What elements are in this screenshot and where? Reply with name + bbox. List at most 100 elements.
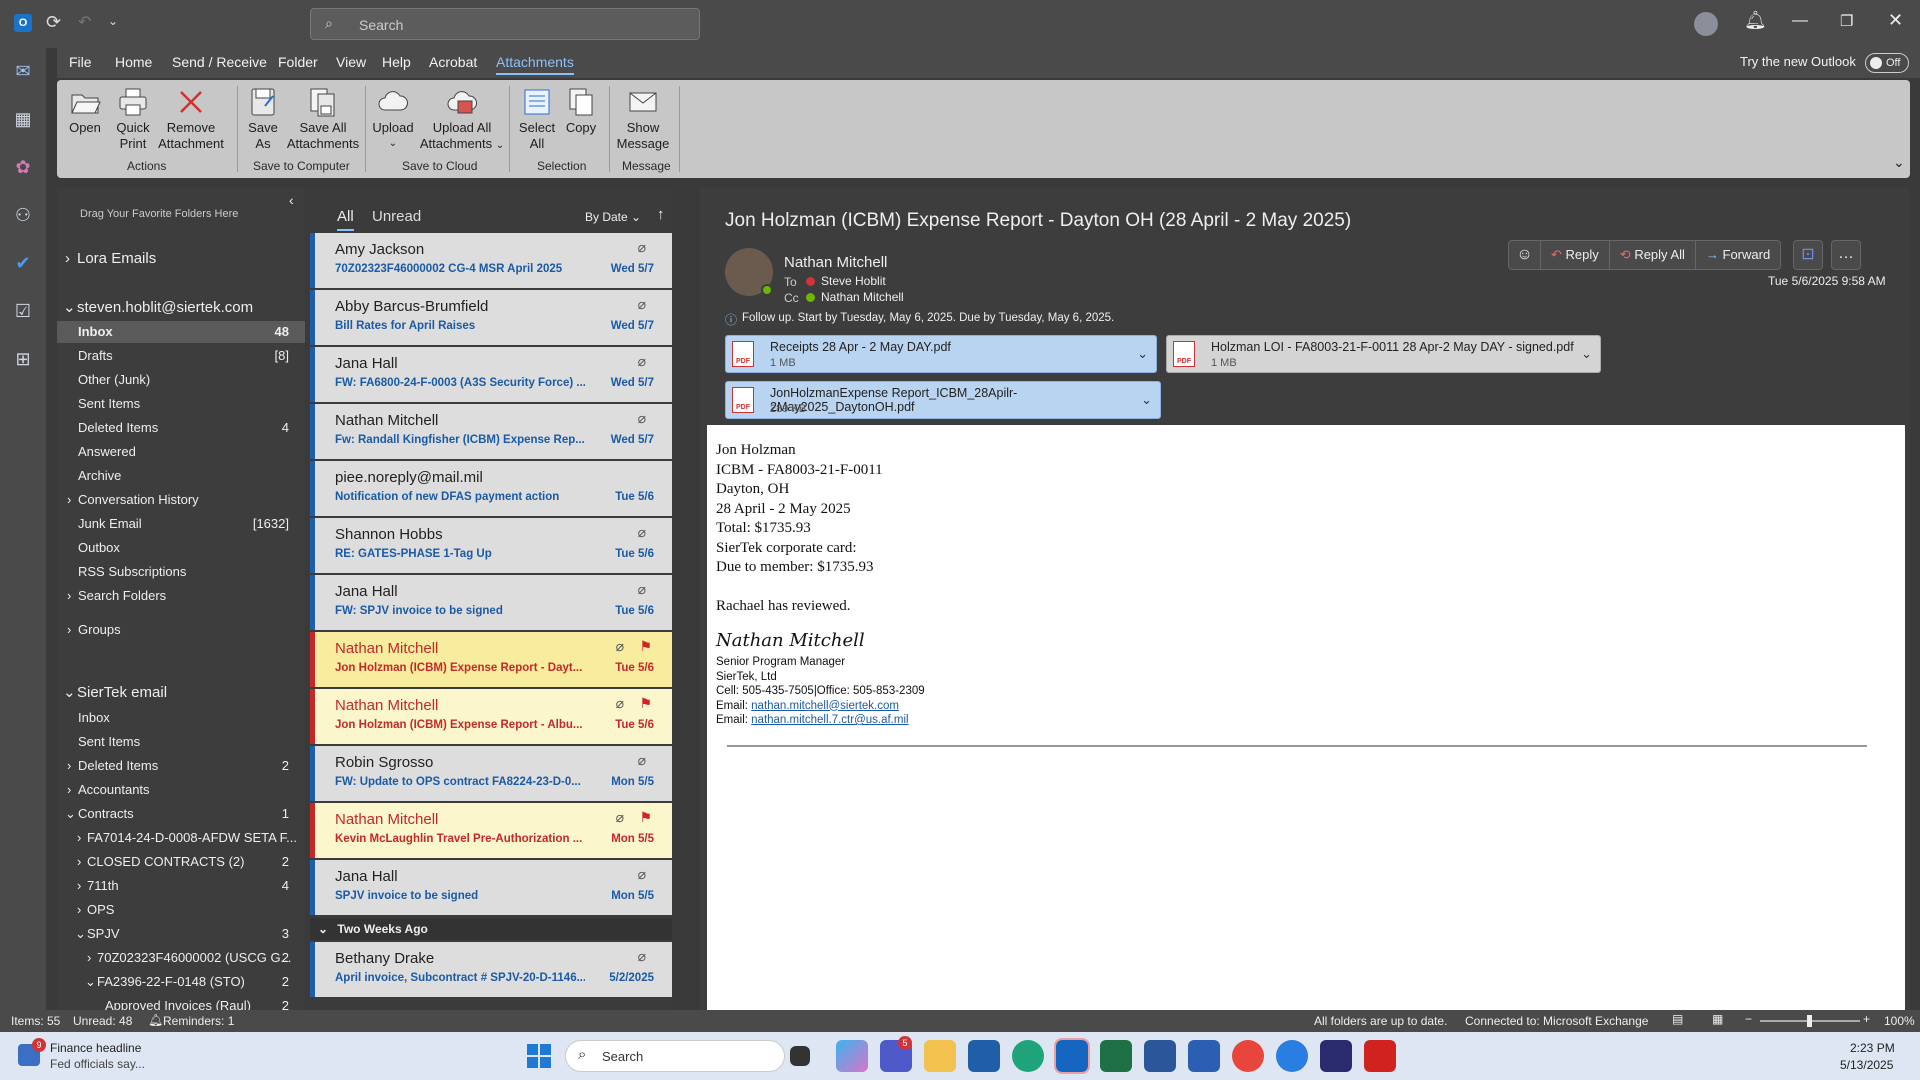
folder-rss[interactable]: RSS Subscriptions	[57, 561, 305, 583]
message-item[interactable]: Jana Hall SPJV invoice to be signed Mon 5/…	[310, 860, 672, 915]
message-item[interactable]: piee.noreply@mail.mil Notification of new…	[310, 461, 672, 516]
message-item-selected[interactable]: Nathan Mitchell Jon Holzman (ICBM) Expens…	[310, 632, 672, 687]
folder-lora-emails[interactable]: › Lora Emails	[57, 248, 305, 270]
folder-siertek-sent[interactable]: Sent Items	[57, 731, 305, 753]
save-as-button[interactable]: Save As	[243, 86, 283, 152]
folder-ops[interactable]: › OPS	[57, 899, 305, 921]
reply-button[interactable]: ↶ Reply	[1541, 241, 1610, 269]
sync-icon[interactable]: ⟳	[46, 12, 61, 33]
message-item[interactable]: Abby Barcus-Brumfield Bill Rates for Apri…	[310, 290, 672, 345]
folder-drafts[interactable]: Drafts [8]	[57, 345, 305, 367]
word-icon[interactable]	[1188, 1040, 1220, 1072]
save-all-attachments-button[interactable]: Save All Attachments	[285, 86, 361, 152]
people-icon[interactable]: ⚇	[12, 204, 34, 226]
app-icon[interactable]	[1276, 1040, 1308, 1072]
sender-name[interactable]: Nathan Mitchell	[784, 254, 887, 271]
attachment-card[interactable]: PDF Holzman LOI - FA8003-21-F-0011 28 Ap…	[1166, 335, 1601, 373]
clock-time[interactable]: 2:23 PM	[1850, 1041, 1895, 1055]
todo-icon[interactable]: ✔	[12, 252, 34, 274]
sort-direction-icon[interactable]: ↑	[657, 206, 665, 223]
file-explorer-icon[interactable]	[924, 1040, 956, 1072]
zoom-out-icon[interactable]: −	[1745, 1012, 1752, 1026]
menu-send-receive[interactable]: Send / Receive	[172, 54, 267, 70]
message-item[interactable]: Amy Jackson 70Z02323F46000002 CG-4 MSR Ap…	[310, 233, 672, 288]
chevron-down-icon[interactable]: ⌄	[1137, 346, 1148, 362]
cc-recipient[interactable]: Nathan Mitchell	[821, 290, 904, 304]
message-item[interactable]: Nathan Mitchell Kevin McLaughlin Travel P…	[310, 803, 672, 858]
menu-folder[interactable]: Folder	[278, 54, 318, 70]
folder-711th[interactable]: › 711th 4	[57, 875, 305, 897]
folder-deleted-items[interactable]: Deleted Items 4	[57, 417, 305, 439]
taskbar-search[interactable]: ⌕ Search	[565, 1040, 785, 1072]
collapse-folder-pane-icon[interactable]: ‹	[289, 192, 294, 208]
flag-icon[interactable]: ⚑	[639, 809, 652, 826]
email-link[interactable]: nathan.mitchell@siertek.com	[751, 700, 899, 712]
reply-all-button[interactable]: ⟲ Reply All	[1610, 241, 1696, 269]
close-button[interactable]: ✕	[1888, 10, 1903, 31]
chrome-icon[interactable]	[1232, 1040, 1264, 1072]
message-item[interactable]: Nathan Mitchell Fw: Randall Kingfisher (I…	[310, 404, 672, 459]
tasks-icon[interactable]: ☑	[12, 300, 34, 322]
menu-home[interactable]: Home	[115, 54, 152, 70]
news-widget[interactable]: 9 Finance headline Fed officials say...	[14, 1038, 194, 1074]
profile-avatar[interactable]	[1694, 12, 1718, 36]
folder-groups[interactable]: › Groups	[57, 619, 305, 641]
tab-all[interactable]: All	[337, 208, 354, 231]
copilot-icon[interactable]	[836, 1040, 868, 1072]
snipping-icon[interactable]	[1320, 1040, 1352, 1072]
menu-view[interactable]: View	[336, 54, 366, 70]
folder-sent-items[interactable]: Sent Items	[57, 393, 305, 415]
folder-spjv[interactable]: ⌄ SPJV 3	[57, 923, 305, 945]
copy-button[interactable]: Copy	[561, 86, 601, 136]
folder-siertek-inbox[interactable]: Inbox	[57, 707, 305, 729]
to-recipient[interactable]: Steve Hoblit	[821, 274, 886, 288]
email-link[interactable]: nathan.mitchell.7.ctr@us.af.mil	[751, 714, 908, 726]
more-actions-button[interactable]: …	[1831, 240, 1861, 270]
flag-icon[interactable]: ⚑	[639, 695, 652, 712]
menu-help[interactable]: Help	[382, 54, 411, 70]
zoom-slider[interactable]	[1760, 1015, 1860, 1027]
folder-other-junk[interactable]: Other (Junk)	[57, 369, 305, 391]
account-siertek-email[interactable]: ⌄ SierTek email	[57, 682, 305, 704]
folder-approved-invoices[interactable]: Approved Invoices (Raul) 2	[57, 995, 305, 1010]
folder-answered[interactable]: Answered	[57, 441, 305, 463]
clock-date[interactable]: 5/13/2025	[1840, 1058, 1893, 1072]
minimize-button[interactable]: —	[1792, 12, 1808, 30]
message-item[interactable]: Nathan Mitchell Jon Holzman (ICBM) Expens…	[310, 689, 672, 744]
emoji-react-button[interactable]: ☺	[1509, 241, 1541, 269]
folder-70z02323[interactable]: › 70Z02323F46000002 (USCG G... 2	[57, 947, 305, 969]
upload-all-attachments-button[interactable]: Upload All Attachments ⌄	[419, 86, 505, 154]
open-button[interactable]: Open	[63, 86, 107, 136]
chevron-down-icon[interactable]: ⌄	[1141, 392, 1152, 408]
message-item[interactable]: Jana Hall FW: FA6800-24-F-0003 (A3S Secur…	[310, 347, 672, 402]
start-button[interactable]	[527, 1044, 551, 1068]
folder-inbox[interactable]: Inbox 48	[57, 321, 305, 343]
tab-unread[interactable]: Unread	[372, 208, 421, 225]
outlook-icon[interactable]	[1054, 1038, 1090, 1074]
teams-chat-button[interactable]: ⊡	[1793, 240, 1823, 270]
collapse-ribbon-icon[interactable]: ⌄	[1893, 154, 1905, 171]
undo-icon[interactable]: ↶	[78, 12, 91, 32]
zoom-level[interactable]: 100%	[1884, 1014, 1915, 1028]
mail-icon[interactable]: ✉	[12, 60, 34, 82]
folder-closed-contracts[interactable]: › CLOSED CONTRACTS (2) 2	[57, 851, 305, 873]
forward-button[interactable]: → Forward	[1696, 241, 1780, 269]
search-box[interactable]: ⌕ Search	[310, 8, 700, 40]
apps-icon[interactable]: ⊞	[12, 348, 34, 370]
store-icon[interactable]	[968, 1040, 1000, 1072]
attachment-card[interactable]: PDF JonHolzmanExpense Report_ICBM_28Apil…	[725, 381, 1161, 419]
zoom-slider-thumb[interactable]	[1807, 1015, 1812, 1027]
group-header-two-weeks-ago[interactable]: ⌄ Two Weeks Ago	[310, 918, 672, 940]
attachment-card[interactable]: PDF Receipts 28 Apr - 2 May DAY.pdf 1 MB…	[725, 335, 1157, 373]
quick-print-button[interactable]: Quick Print	[111, 86, 155, 152]
show-message-button[interactable]: Show Message	[615, 86, 671, 152]
folder-conversation-history[interactable]: › Conversation History	[57, 489, 305, 511]
task-view-icon[interactable]	[790, 1046, 810, 1066]
folder-archive[interactable]: Archive	[57, 465, 305, 487]
reading-view-icon[interactable]: ▦	[1712, 1012, 1723, 1026]
upload-button[interactable]: Upload ⌄	[369, 86, 417, 152]
menu-attachments[interactable]: Attachments	[496, 54, 574, 75]
flag-icon[interactable]: ⚑	[639, 638, 652, 655]
restore-button[interactable]: ❐	[1840, 12, 1853, 30]
folder-contracts[interactable]: ⌄ Contracts 1	[57, 803, 305, 825]
